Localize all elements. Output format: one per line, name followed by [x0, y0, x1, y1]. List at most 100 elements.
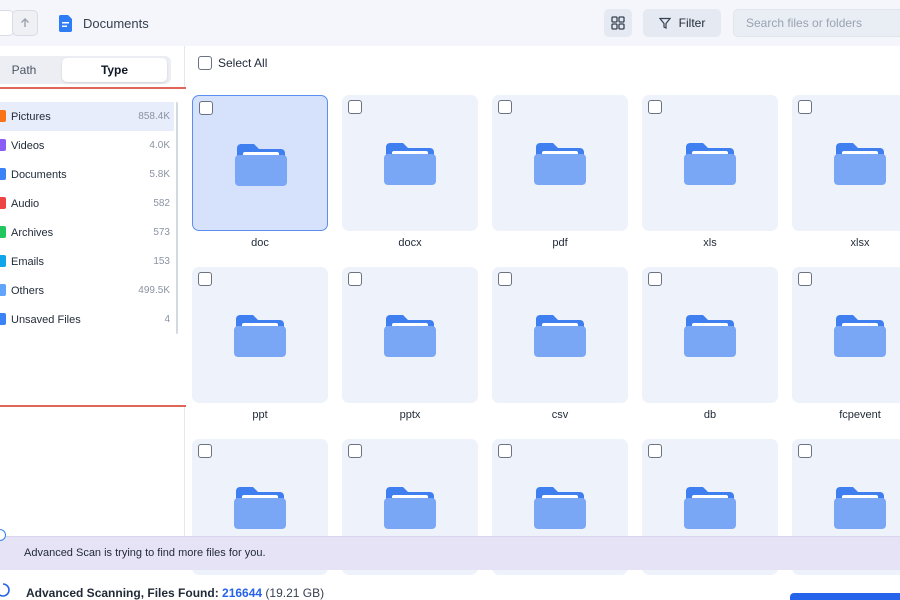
sidebar-item-count: 499.5K: [138, 285, 170, 296]
folder-card[interactable]: [642, 95, 778, 231]
sidebar-item-documents[interactable]: Documents 5.8K: [0, 160, 174, 189]
scan-status: Advanced Scanning, Files Found: 216644 (…: [26, 586, 324, 600]
folder-label: db: [703, 409, 717, 421]
folder-icon: [235, 142, 287, 191]
videos-icon: [0, 139, 6, 151]
sidebar-item-unsaved-files[interactable]: Unsaved Files 4: [0, 305, 174, 334]
folder-card[interactable]: [492, 267, 628, 403]
file-grid: Select All doc docx pdf xls xlsx ppt pptx csv db…: [186, 46, 900, 575]
folder-label: xlsx: [850, 237, 870, 249]
archives-icon: [0, 226, 6, 238]
folder-checkbox[interactable]: [348, 100, 362, 114]
status-bar: Advanced Scanning, Files Found: 216644 (…: [0, 575, 900, 600]
folder-checkbox[interactable]: [199, 101, 213, 115]
up-button[interactable]: [12, 10, 38, 36]
filter-label: Filter: [678, 16, 706, 30]
folder-card[interactable]: [492, 95, 628, 231]
folder-icon: [684, 313, 736, 362]
folder-label: pdf: [552, 237, 568, 249]
recover-button[interactable]: [790, 593, 900, 600]
select-all-checkbox[interactable]: [198, 56, 212, 70]
folder-icon: [384, 485, 436, 534]
tab-type[interactable]: Type: [62, 58, 167, 82]
toolbar: Documents Filter: [0, 0, 900, 46]
folder-icon: [384, 313, 436, 362]
folder-label: fcpevent: [839, 409, 881, 421]
others-icon: [0, 284, 6, 296]
folder-label: xls: [703, 237, 717, 249]
sidebar-item-label: Videos: [11, 139, 45, 152]
emails-icon: [0, 255, 6, 267]
folder-label: pptx: [399, 409, 421, 421]
sidebar-item-label: Archives: [11, 226, 54, 239]
documents-icon: [0, 168, 6, 180]
sidebar-item-label: Documents: [11, 168, 67, 181]
audio-icon: [0, 197, 6, 209]
sidebar-item-emails[interactable]: Emails 153: [0, 247, 174, 276]
sidebar-item-label: Others: [11, 284, 45, 297]
breadcrumb: Documents: [58, 12, 149, 34]
sidebar-item-label: Pictures: [11, 110, 51, 123]
folder-icon: [234, 313, 286, 362]
sidebar-item-pictures[interactable]: Pictures 858.4K: [0, 102, 174, 131]
sidebar-item-others[interactable]: Others 499.5K: [0, 276, 174, 305]
select-all[interactable]: Select All: [198, 56, 267, 70]
grid-view-button[interactable]: [604, 9, 632, 37]
scan-banner: Advanced Scan is trying to find more fil…: [0, 529, 900, 570]
sidebar-item-archives[interactable]: Archives 573: [0, 218, 174, 247]
grid-icon: [611, 16, 625, 30]
document-icon: [59, 14, 72, 32]
scrollbar[interactable]: [176, 102, 178, 334]
folder-icon: [384, 141, 436, 190]
sidebar-item-audio[interactable]: Audio 582: [0, 189, 174, 218]
folder-card[interactable]: [192, 95, 328, 231]
folder-label: ppt: [252, 409, 268, 421]
folder-checkbox[interactable]: [198, 444, 212, 458]
sidebar-item-count: 4: [164, 314, 170, 325]
folder-card[interactable]: [342, 95, 478, 231]
folder-checkbox[interactable]: [498, 444, 512, 458]
filter-icon: [658, 17, 671, 29]
sidebar-item-count: 573: [153, 227, 170, 238]
total-size: (19.21 GB): [265, 586, 325, 600]
breadcrumb-current[interactable]: Documents: [83, 16, 149, 31]
search-box[interactable]: [733, 9, 900, 37]
folder-icon: [534, 485, 586, 534]
folder-checkbox[interactable]: [348, 444, 362, 458]
select-all-label: Select All: [218, 56, 268, 70]
folder-card[interactable]: [192, 267, 328, 403]
scan-status-label: Advanced Scanning, Files Found:: [26, 586, 223, 600]
sidebar-item-videos[interactable]: Videos 4.0K: [0, 131, 174, 160]
folder-checkbox[interactable]: [498, 100, 512, 114]
folder-card[interactable]: [342, 267, 478, 403]
sidebar-item-count: 858.4K: [138, 111, 170, 122]
folder-checkbox[interactable]: [648, 100, 662, 114]
folder-checkbox[interactable]: [798, 444, 812, 458]
folder-checkbox[interactable]: [798, 100, 812, 114]
tab-path[interactable]: Path: [0, 58, 60, 82]
scanning-icon: [0, 583, 10, 597]
view-mode-tabs: Path Type: [0, 56, 171, 84]
folder-checkbox[interactable]: [348, 272, 362, 286]
folder-checkbox[interactable]: [798, 272, 812, 286]
sidebar-item-label: Audio: [11, 197, 40, 210]
files-found-count: 216644: [222, 586, 263, 600]
folder-icon: [684, 141, 736, 190]
arrow-up-icon: [21, 18, 29, 27]
folder-card[interactable]: [792, 95, 900, 231]
folder-card[interactable]: [792, 267, 900, 403]
sidebar-item-count: 4.0K: [149, 140, 170, 151]
folder-card[interactable]: [642, 267, 778, 403]
folder-checkbox[interactable]: [648, 444, 662, 458]
sidebar-item-count: 153: [153, 256, 170, 267]
sidebar-item-label: Unsaved Files: [11, 313, 81, 326]
search-input[interactable]: [734, 10, 900, 36]
sidebar-item-count: 5.8K: [149, 169, 170, 180]
filter-button[interactable]: Filter: [643, 9, 721, 37]
folder-checkbox[interactable]: [498, 272, 512, 286]
folder-checkbox[interactable]: [198, 272, 212, 286]
file-type-list: Pictures 858.4K Videos 4.0K Documents 5.8K Aud…: [0, 102, 174, 334]
folder-checkbox[interactable]: [648, 272, 662, 286]
folder-icon: [234, 485, 286, 534]
pictures-icon: [0, 110, 6, 122]
